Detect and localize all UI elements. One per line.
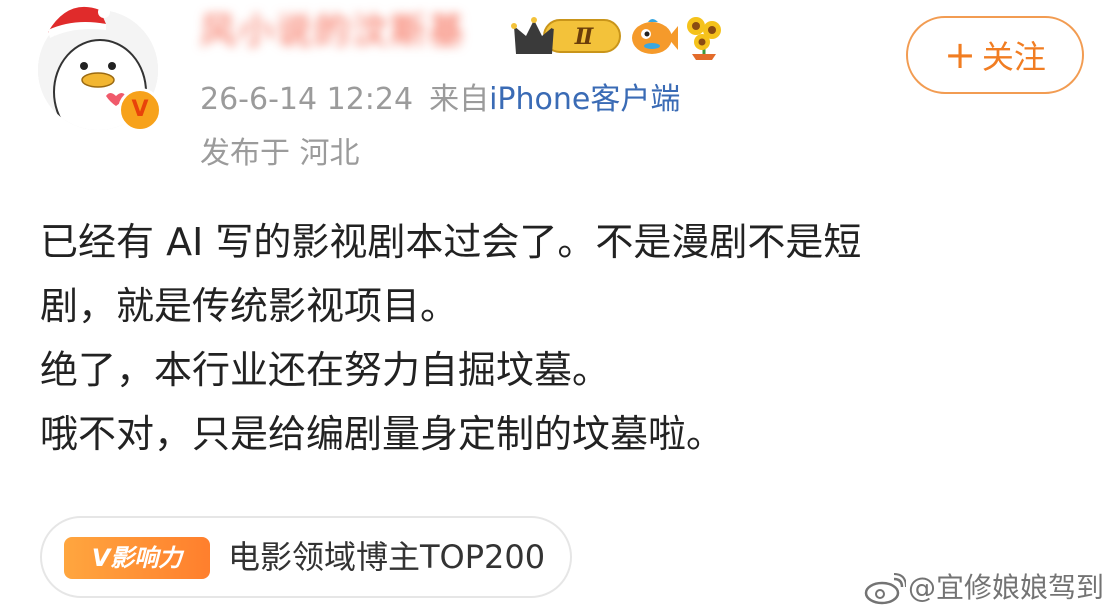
post-timestamp: 26-6-14 12:24 (200, 82, 414, 117)
verified-badge-icon: V (118, 88, 162, 132)
crown-level-badge-icon: Ⅱ (511, 17, 621, 54)
post-body-line: 已经有 AI 写的影视剧本过会了。不是漫剧不是短 (40, 220, 862, 264)
influence-text: 电影领域博主TOP200 (228, 538, 546, 576)
weibo-logo-icon (864, 573, 906, 605)
influence-badge-label: 影响力 (110, 544, 183, 572)
sunflower-icon (687, 17, 721, 60)
from-label: 来自 (429, 82, 490, 117)
influence-badge-v: V (91, 544, 111, 572)
post-body-line: 绝了，本行业还在努力自掘坟墓。 (40, 348, 611, 392)
author-username[interactable]: 风小说的汶斯基 (200, 10, 466, 54)
influence-tag[interactable]: V影响力 电影领域博主TOP200 (40, 516, 572, 598)
post-body-line: 哦不对，只是给编剧量身定制的坟墓啦。 (40, 412, 725, 456)
post-meta: 26-6-14 12:24 来自iPhone客户端 (200, 80, 680, 120)
level-badge-label: Ⅱ (574, 24, 595, 50)
watermark-text: @宜修娘娘驾到 (907, 571, 1104, 604)
plus-icon: + (944, 33, 976, 77)
watermark: @宜修娘娘驾到 (864, 568, 1104, 608)
follow-button[interactable]: + 关注 (906, 16, 1084, 94)
post-source-link[interactable]: iPhone客户端 (489, 82, 680, 117)
post-body: 已经有 AI 写的影视剧本过会了。不是漫剧不是短 剧，就是传统影视项目。 绝了，… (40, 210, 1040, 466)
santa-hat-icon (48, 6, 110, 38)
post-body-line: 剧，就是传统影视项目。 (40, 284, 459, 328)
weibo-post: V 风小说的汶斯基 Ⅱ + 关注 26-6-14 12:24 来自iPhone客户端 (0, 0, 1116, 614)
post-location: 发布于 河北 (200, 136, 360, 171)
influence-badge: V影响力 (64, 537, 210, 579)
fish-icon (632, 19, 678, 54)
follow-label: 关注 (981, 38, 1046, 76)
